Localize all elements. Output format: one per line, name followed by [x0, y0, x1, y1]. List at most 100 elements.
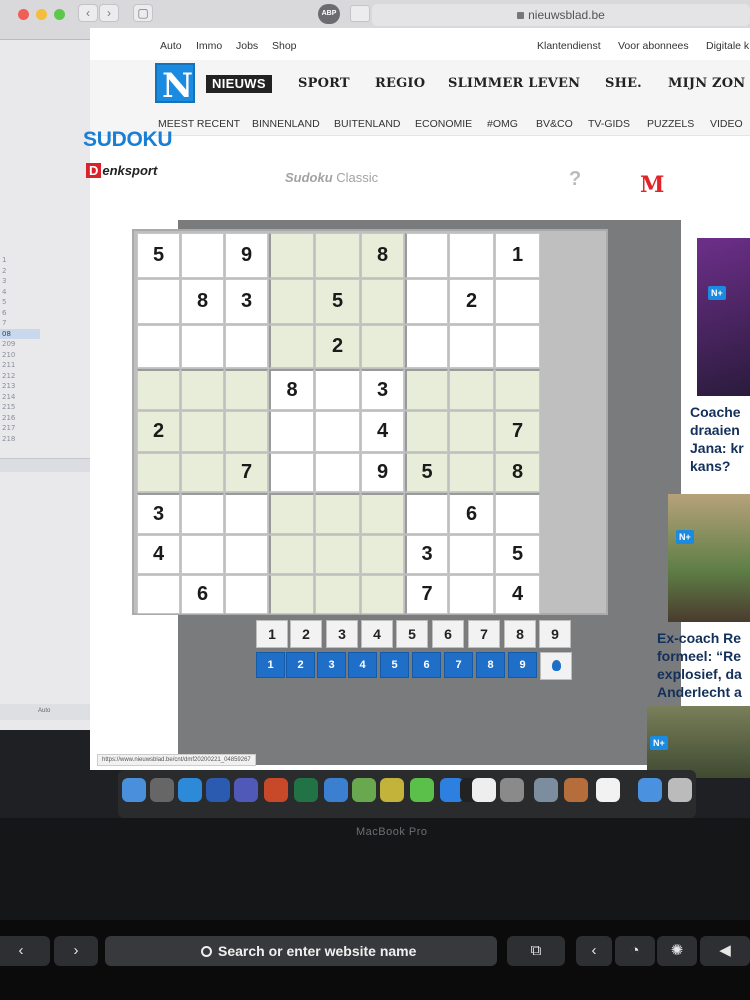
word-icon[interactable]: [206, 778, 230, 802]
sudoku-cell[interactable]: [361, 279, 404, 324]
subnav-binnenland[interactable]: BINNENLAND: [252, 118, 320, 130]
sudoku-cell[interactable]: [181, 369, 224, 410]
sudoku-cell[interactable]: [181, 325, 224, 368]
sudoku-cell[interactable]: 5: [495, 535, 540, 574]
sudoku-cell[interactable]: 8: [269, 369, 314, 410]
excel-icon[interactable]: [294, 778, 318, 802]
sudoku-cell[interactable]: [137, 575, 180, 614]
forward-button[interactable]: ›: [99, 4, 119, 22]
sudoku-cell[interactable]: [315, 411, 360, 452]
topnav-immo[interactable]: Immo: [196, 40, 222, 52]
messages-icon[interactable]: [410, 778, 434, 802]
sudoku-cell[interactable]: [495, 493, 540, 534]
sudoku-cell[interactable]: 4: [137, 535, 180, 574]
sudoku-cell[interactable]: [225, 575, 268, 614]
sudoku-cell[interactable]: [449, 535, 494, 574]
folder-icon[interactable]: [638, 778, 662, 802]
teams-icon[interactable]: [234, 778, 258, 802]
help-icon[interactable]: ?: [569, 168, 581, 191]
maps-icon[interactable]: [352, 778, 376, 802]
sudoku-cell[interactable]: [225, 325, 268, 368]
sudoku-cell[interactable]: [315, 493, 360, 534]
nav-mijn-zone[interactable]: MIJN ZON: [668, 76, 745, 91]
sudoku-cell[interactable]: [405, 369, 448, 410]
sudoku-cell[interactable]: [449, 575, 494, 614]
sudoku-cell[interactable]: [449, 411, 494, 452]
sudoku-cell[interactable]: [449, 369, 494, 410]
subnav-tv-gids[interactable]: TV-GIDS: [588, 118, 630, 130]
touchbar-siri-button[interactable]: ◔: [615, 936, 655, 966]
sudoku-cell[interactable]: 7: [225, 453, 268, 492]
nav-regio[interactable]: REGIO: [375, 76, 425, 91]
nav-sport[interactable]: SPORT: [298, 76, 350, 91]
number-button[interactable]: 2: [290, 620, 322, 648]
topnav-shop[interactable]: Shop: [272, 40, 297, 52]
article-title-2[interactable]: Ex-coach Re formeel: “Re explosief, da A…: [657, 629, 750, 701]
sudoku-cell[interactable]: [361, 575, 404, 614]
sudoku-cell[interactable]: [181, 411, 224, 452]
sudoku-cell[interactable]: [181, 233, 224, 278]
sudoku-cell[interactable]: [449, 233, 494, 278]
touchbar-forward-button[interactable]: ›: [54, 936, 98, 966]
touchbar-volume-button[interactable]: ◀: [700, 936, 750, 966]
sudoku-cell[interactable]: 1: [495, 233, 540, 278]
close-window-icon[interactable]: [18, 9, 29, 20]
sudoku-cell[interactable]: [449, 453, 494, 492]
nav-slimmer-leven[interactable]: SLIMMER LEVEN: [448, 76, 580, 91]
sudoku-cell[interactable]: 7: [405, 575, 448, 614]
sudoku-cell[interactable]: [225, 493, 268, 534]
pencil-number-button[interactable]: 7: [444, 652, 473, 678]
nieuwsblad-logo[interactable]: N: [155, 63, 195, 106]
sudoku-cell[interactable]: [225, 411, 268, 452]
sudoku-cell[interactable]: [495, 369, 540, 410]
subnav-bvco[interactable]: BV&CO: [536, 118, 573, 130]
reader-mode-button[interactable]: [350, 5, 370, 22]
number-button[interactable]: 1: [256, 620, 288, 648]
number-button[interactable]: 3: [326, 620, 358, 648]
sudoku-cell[interactable]: 5: [315, 279, 360, 324]
sudoku-cell[interactable]: [269, 233, 314, 278]
touchbar-collapse-button[interactable]: ‹: [576, 936, 612, 966]
article-image-2[interactable]: [668, 494, 750, 622]
trash-icon[interactable]: [668, 778, 692, 802]
sudoku-cell[interactable]: 9: [361, 453, 404, 492]
pencil-number-button[interactable]: 9: [508, 652, 537, 678]
settings-icon[interactable]: [500, 778, 524, 802]
pencil-number-button[interactable]: 8: [476, 652, 505, 678]
pencil-number-button[interactable]: 5: [380, 652, 409, 678]
sudoku-cell[interactable]: [405, 325, 448, 368]
sudoku-cell[interactable]: [137, 325, 180, 368]
sudoku-cell[interactable]: [361, 325, 404, 368]
sudoku-cell[interactable]: 3: [225, 279, 268, 324]
article-title-1[interactable]: Coache draaien Jana: kr kans?: [690, 403, 750, 475]
sudoku-cell[interactable]: [361, 535, 404, 574]
touchbar-back-button[interactable]: ‹: [0, 936, 50, 966]
sudoku-cell[interactable]: 8: [361, 233, 404, 278]
topnav-auto[interactable]: Auto: [160, 40, 182, 52]
sudoku-cell[interactable]: [315, 575, 360, 614]
subnav-economie[interactable]: ECONOMIE: [415, 118, 472, 130]
launchpad-icon[interactable]: [150, 778, 174, 802]
sudoku-cell[interactable]: [269, 535, 314, 574]
sudoku-cell[interactable]: [405, 233, 448, 278]
touchbar-tabs-button[interactable]: ⧉: [507, 936, 565, 966]
sudoku-cell[interactable]: [137, 369, 180, 410]
sudoku-cell[interactable]: [181, 493, 224, 534]
sudoku-cell[interactable]: 3: [137, 493, 180, 534]
downloads-icon[interactable]: [324, 778, 348, 802]
sudoku-cell[interactable]: [405, 493, 448, 534]
back-button[interactable]: ‹: [78, 4, 98, 22]
safari-icon[interactable]: [178, 778, 202, 802]
nav-she[interactable]: SHE.: [605, 76, 642, 91]
nav-nieuws[interactable]: NIEUWS: [206, 75, 272, 93]
sudoku-cell[interactable]: 2: [315, 325, 360, 368]
sudoku-cell[interactable]: [269, 493, 314, 534]
topnav-klantendienst[interactable]: Klantendienst: [537, 40, 601, 52]
sudoku-cell[interactable]: [315, 233, 360, 278]
sudoku-cell[interactable]: [315, 535, 360, 574]
sudoku-cell[interactable]: [137, 453, 180, 492]
sudoku-cell[interactable]: 3: [405, 535, 448, 574]
sudoku-cell[interactable]: 3: [361, 369, 404, 410]
pencil-number-button[interactable]: 1: [256, 652, 285, 678]
touchbar-search-field[interactable]: Search or enter website name: [105, 936, 497, 966]
